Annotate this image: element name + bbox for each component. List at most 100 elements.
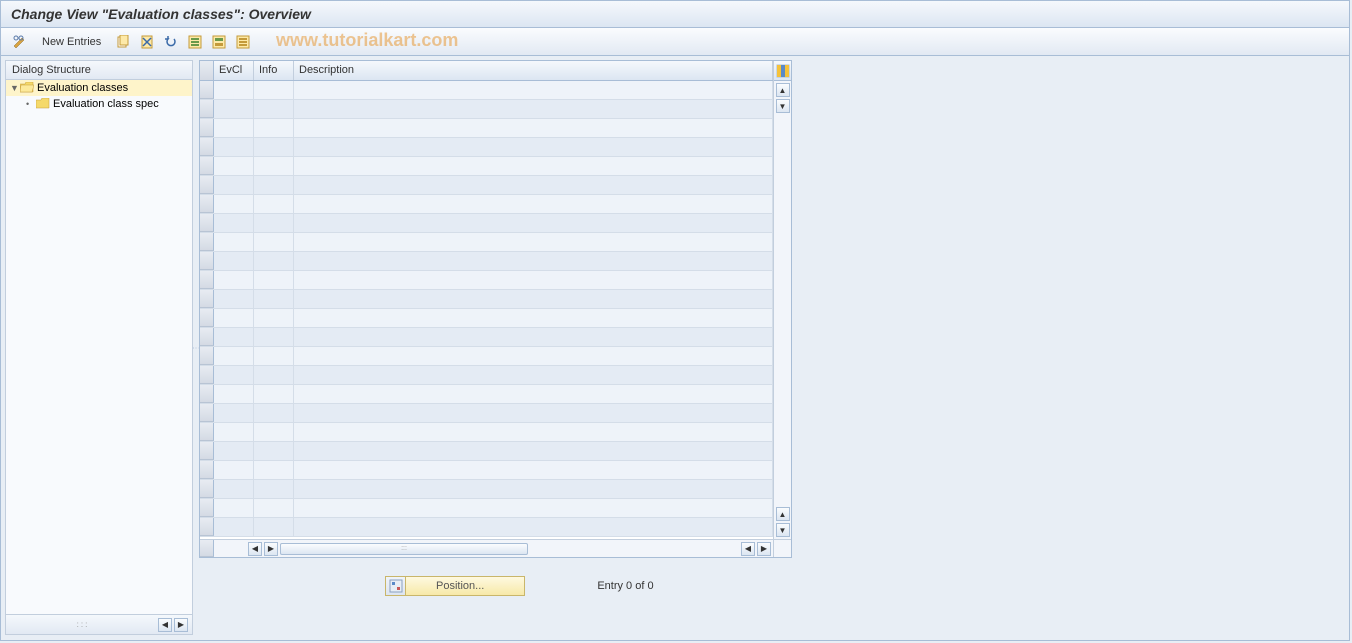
table-row[interactable]: [200, 461, 773, 480]
table-row[interactable]: [200, 176, 773, 195]
cell-description[interactable]: [294, 100, 773, 118]
table-row[interactable]: [200, 499, 773, 518]
cell-evcl[interactable]: [214, 138, 254, 156]
table-row[interactable]: [200, 271, 773, 290]
cell-description[interactable]: [294, 252, 773, 270]
table-row[interactable]: [200, 195, 773, 214]
row-selector[interactable]: [200, 290, 214, 308]
hscroll-step-right-button[interactable]: ▶: [264, 542, 278, 556]
column-header-evcl[interactable]: EvCl: [214, 61, 254, 80]
cell-description[interactable]: [294, 518, 773, 536]
cell-evcl[interactable]: [214, 404, 254, 422]
table-row[interactable]: [200, 328, 773, 347]
cell-evcl[interactable]: [214, 290, 254, 308]
table-row[interactable]: [200, 252, 773, 271]
cell-evcl[interactable]: [214, 119, 254, 137]
cell-info[interactable]: [254, 347, 294, 365]
toggle-change-mode-button[interactable]: [9, 32, 31, 52]
row-selector[interactable]: [200, 461, 214, 479]
cell-evcl[interactable]: [214, 328, 254, 346]
cell-info[interactable]: [254, 480, 294, 498]
cell-evcl[interactable]: [214, 442, 254, 460]
cell-evcl[interactable]: [214, 214, 254, 232]
cell-description[interactable]: [294, 271, 773, 289]
table-row[interactable]: [200, 404, 773, 423]
position-button[interactable]: Position...: [385, 576, 525, 596]
cell-description[interactable]: [294, 157, 773, 175]
cell-info[interactable]: [254, 157, 294, 175]
tree-item-evaluation-class-spec[interactable]: • Evaluation class spec: [6, 96, 192, 112]
cell-info[interactable]: [254, 252, 294, 270]
cell-evcl[interactable]: [214, 81, 254, 99]
cell-info[interactable]: [254, 366, 294, 384]
cell-info[interactable]: [254, 233, 294, 251]
row-selector[interactable]: [200, 233, 214, 251]
row-selector[interactable]: [200, 442, 214, 460]
cell-evcl[interactable]: [214, 157, 254, 175]
undo-button[interactable]: [160, 32, 182, 52]
vscroll-up-button[interactable]: ▲: [776, 83, 790, 97]
cell-evcl[interactable]: [214, 195, 254, 213]
cell-evcl[interactable]: [214, 423, 254, 441]
table-row[interactable]: [200, 100, 773, 119]
select-block-button[interactable]: [208, 32, 230, 52]
cell-description[interactable]: [294, 309, 773, 327]
cell-description[interactable]: [294, 233, 773, 251]
cell-description[interactable]: [294, 347, 773, 365]
cell-info[interactable]: [254, 328, 294, 346]
table-row[interactable]: [200, 442, 773, 461]
vscroll-step-up-button[interactable]: ▲: [776, 507, 790, 521]
select-all-button[interactable]: [184, 32, 206, 52]
cell-evcl[interactable]: [214, 271, 254, 289]
hscroll-step-left-button[interactable]: ◀: [741, 542, 755, 556]
cell-description[interactable]: [294, 290, 773, 308]
cell-info[interactable]: [254, 290, 294, 308]
row-selector[interactable]: [200, 271, 214, 289]
cell-description[interactable]: [294, 480, 773, 498]
cell-evcl[interactable]: [214, 233, 254, 251]
table-row[interactable]: [200, 518, 773, 537]
row-selector[interactable]: [200, 423, 214, 441]
cell-evcl[interactable]: [214, 480, 254, 498]
cell-evcl[interactable]: [214, 366, 254, 384]
cell-info[interactable]: [254, 138, 294, 156]
row-selector[interactable]: [200, 309, 214, 327]
row-selector[interactable]: [200, 157, 214, 175]
cell-info[interactable]: [254, 385, 294, 403]
copy-as-button[interactable]: [112, 32, 134, 52]
row-selector-header[interactable]: [200, 61, 214, 80]
table-row[interactable]: [200, 385, 773, 404]
chevron-down-icon[interactable]: ▼: [10, 83, 20, 93]
table-config-button[interactable]: [774, 61, 791, 81]
cell-description[interactable]: [294, 214, 773, 232]
cell-description[interactable]: [294, 119, 773, 137]
hscroll-right-button[interactable]: ▶: [757, 542, 771, 556]
cell-info[interactable]: [254, 119, 294, 137]
row-selector[interactable]: [200, 119, 214, 137]
row-selector[interactable]: [200, 252, 214, 270]
row-selector[interactable]: [200, 518, 214, 536]
cell-evcl[interactable]: [214, 461, 254, 479]
row-selector[interactable]: [200, 100, 214, 118]
cell-description[interactable]: [294, 138, 773, 156]
cell-info[interactable]: [254, 461, 294, 479]
row-selector[interactable]: [200, 480, 214, 498]
cell-description[interactable]: [294, 461, 773, 479]
cell-description[interactable]: [294, 499, 773, 517]
cell-info[interactable]: [254, 309, 294, 327]
table-row[interactable]: [200, 309, 773, 328]
table-row[interactable]: [200, 480, 773, 499]
row-selector[interactable]: [200, 347, 214, 365]
hscroll-left-button[interactable]: ◀: [248, 542, 262, 556]
hscroll-thumb[interactable]: :::: [280, 543, 528, 555]
row-selector[interactable]: [200, 195, 214, 213]
table-row[interactable]: [200, 366, 773, 385]
table-row[interactable]: [200, 81, 773, 100]
cell-info[interactable]: [254, 271, 294, 289]
delete-button[interactable]: [136, 32, 158, 52]
cell-info[interactable]: [254, 100, 294, 118]
row-selector[interactable]: [200, 214, 214, 232]
tree-item-evaluation-classes[interactable]: ▼ Evaluation classes: [6, 80, 192, 96]
table-row[interactable]: [200, 138, 773, 157]
table-row[interactable]: [200, 119, 773, 138]
